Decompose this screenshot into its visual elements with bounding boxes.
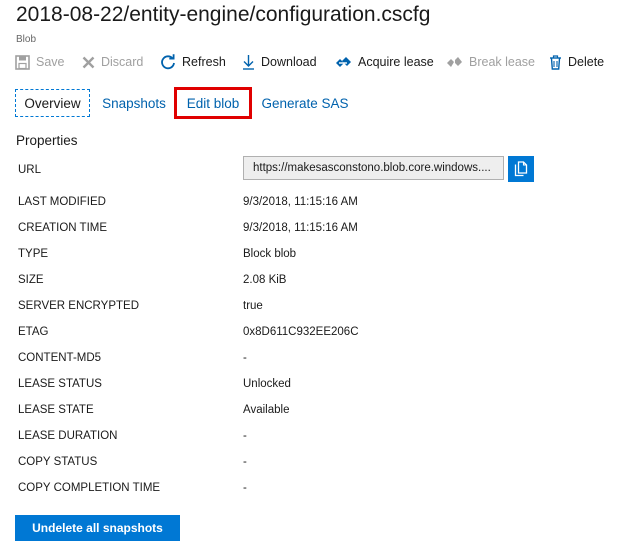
property-value-lease-status: Unlocked	[243, 378, 291, 390]
trash-icon	[550, 54, 561, 70]
page-title: 2018-08-22/entity-engine/configuration.c…	[16, 3, 431, 26]
property-label-copy-status: COPY STATUS	[18, 456, 98, 468]
property-label-url: URL	[18, 164, 42, 176]
close-icon	[82, 56, 95, 68]
properties-heading: Properties	[16, 133, 78, 148]
download-label: Download	[261, 55, 317, 69]
acquire-lease-label: Acquire lease	[358, 55, 434, 69]
property-label-creation-time: CREATION TIME	[18, 222, 108, 234]
acquire-lease-icon	[336, 57, 351, 67]
copy-icon	[514, 161, 528, 177]
property-value-etag: 0x8D611C932EE206C	[243, 326, 359, 338]
property-value-copy-status: -	[243, 456, 247, 468]
tab-edit-blob[interactable]: Edit blob	[174, 87, 252, 119]
break-lease-icon	[447, 57, 462, 67]
url-field[interactable]: https://makesasconstono.blob.core.window…	[243, 156, 504, 180]
delete-button[interactable]: Delete	[549, 50, 604, 74]
undelete-snapshots-button[interactable]: Undelete all snapshots	[15, 515, 180, 541]
save-icon	[15, 54, 30, 70]
property-label-size: SIZE	[18, 274, 44, 286]
property-value-type: Block blob	[243, 248, 297, 260]
tab-generate-sas[interactable]: Generate SAS	[257, 89, 353, 117]
property-label-last-modified: LAST MODIFIED	[18, 196, 106, 208]
property-value-last-modified: 9/3/2018, 11:15:16 AM	[243, 196, 358, 208]
copy-url-button[interactable]	[508, 156, 534, 182]
tab-overview[interactable]: Overview	[15, 89, 90, 117]
break-lease-label: Break lease	[469, 55, 536, 69]
page-subtitle: Blob	[16, 34, 37, 45]
property-label-type: TYPE	[18, 248, 49, 260]
property-label-lease-duration: LEASE DURATION	[18, 430, 118, 442]
delete-label: Delete	[568, 55, 605, 69]
download-button[interactable]: Download	[242, 50, 317, 74]
property-value-creation-time: 9/3/2018, 11:15:16 AM	[243, 222, 358, 234]
property-value-lease-duration: -	[243, 430, 247, 442]
download-icon	[243, 55, 254, 70]
refresh-button[interactable]: Refresh	[160, 50, 226, 74]
blob-tabs: Overview Snapshots Edit blob Generate SA…	[0, 87, 627, 119]
refresh-icon	[161, 54, 175, 70]
property-value-lease-state: Available	[243, 404, 290, 416]
property-value-server-encrypted: true	[243, 300, 263, 312]
property-label-etag: ETAG	[18, 326, 49, 338]
refresh-label: Refresh	[182, 55, 226, 69]
property-label-copy-completion-time: COPY COMPLETION TIME	[18, 482, 161, 494]
discard-label: Discard	[101, 55, 144, 69]
discard-button[interactable]: Discard	[82, 50, 143, 74]
break-lease-button[interactable]: Break lease	[446, 50, 535, 74]
property-label-lease-status: LEASE STATUS	[18, 378, 102, 390]
acquire-lease-button[interactable]: Acquire lease	[335, 50, 434, 74]
save-label: Save	[36, 55, 65, 69]
property-value-copy-completion-time: -	[243, 482, 247, 494]
command-bar: Save Discard Refresh Download Acquire le…	[0, 50, 627, 74]
tab-snapshots[interactable]: Snapshots	[96, 89, 172, 117]
property-label-server-encrypted: SERVER ENCRYPTED	[18, 300, 139, 312]
property-value-size: 2.08 KiB	[243, 274, 287, 286]
property-label-lease-state: LEASE STATE	[18, 404, 94, 416]
save-button[interactable]: Save	[15, 50, 65, 74]
property-label-content-md5: CONTENT-MD5	[18, 352, 102, 364]
property-value-content-md5: -	[243, 352, 247, 364]
